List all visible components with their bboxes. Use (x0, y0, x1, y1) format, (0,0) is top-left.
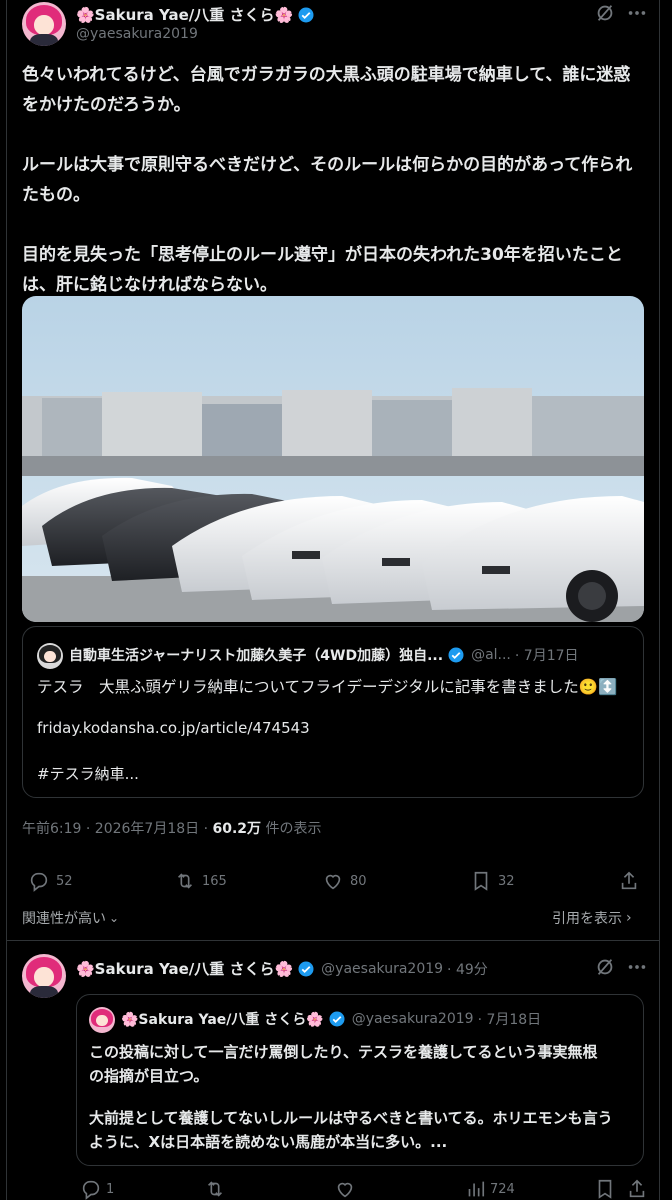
sort-dropdown[interactable]: 関連性が高い ⌄ (22, 908, 119, 928)
quoted-author-handle: @al... (471, 647, 511, 663)
tweet-text: 色々いわれてるけど、台風でガラガラの大黒ふ頭の駐車場で納車して、誰に迷惑をかけた… (22, 60, 646, 330)
like-button[interactable]: 80 (322, 870, 367, 892)
quoted-author-avatar (37, 643, 63, 669)
reply-quoted-text-line: の指摘が目立つ。 (89, 1067, 209, 1085)
tweet-timestamp[interactable]: 午前6:19 · 2026年7月18日 · (22, 821, 213, 837)
verified-badge-icon (448, 647, 464, 663)
reply-quoted-text-line: この投稿に対して一言だけ罵倒したり、テスラを養護してるという事実無根 (89, 1043, 598, 1061)
more-options-icon[interactable] (626, 2, 648, 24)
reply-icon (30, 872, 48, 892)
bookmark-count: 32 (498, 873, 515, 889)
author-name[interactable]: 🌸Sakura Yae/八重 さくら🌸 (76, 4, 293, 25)
divider (6, 940, 660, 941)
quoted-author-name: 自動車生活ジャーナリスト加藤久美子（4WD加藤）独自... (69, 648, 444, 664)
heart-icon (325, 874, 341, 890)
author-handle[interactable]: @yaesakura2019 (76, 26, 198, 42)
grok-icon[interactable] (594, 2, 616, 24)
views-count: 60.2万 (212, 821, 262, 837)
reply-author-avatar[interactable] (22, 954, 66, 998)
tweet-paragraph: 色々いわれてるけど、台風でガラガラの大黒ふ頭の駐車場で納車して、誰に迷惑をかけた… (22, 65, 631, 115)
retweet-count: 165 (202, 873, 227, 889)
author-avatar[interactable] (22, 2, 66, 46)
verified-badge-icon (329, 1011, 345, 1027)
share-button[interactable] (626, 1178, 648, 1200)
reply-quoted-author-name: 🌸Sakura Yae/八重 さくら🌸 (121, 1012, 324, 1028)
reply-quoted-date: · 7月18日 (477, 1012, 542, 1028)
reply-quoted-tweet-card[interactable]: 🌸Sakura Yae/八重 さくら🌸 @yaesakura2019 · 7月1… (76, 994, 644, 1166)
reply-icon (82, 1180, 100, 1200)
reply-time[interactable]: · 49分 (447, 959, 488, 979)
quoted-tweet-card[interactable]: 自動車生活ジャーナリスト加藤久美子（4WD加藤）独自... @al... · 7… (22, 626, 644, 798)
reply-quoted-handle: @yaesakura2019 (351, 1011, 474, 1027)
bookmark-button[interactable] (594, 1178, 616, 1200)
retweet-icon (207, 1181, 223, 1197)
reply-button[interactable]: 52 (28, 870, 73, 892)
bookmark-button[interactable]: 32 (470, 870, 515, 892)
reply-button[interactable]: 1 (80, 1178, 114, 1200)
reply-count: 1 (106, 1181, 115, 1197)
reply-quoted-avatar (89, 1007, 115, 1033)
tweet-photo[interactable] (22, 296, 644, 622)
views-button[interactable]: 724 (464, 1178, 515, 1200)
like-count: 80 (350, 873, 367, 889)
like-button[interactable] (334, 1178, 356, 1200)
view-quotes-link[interactable]: 引用を表示 › (552, 908, 632, 928)
share-icon (621, 871, 637, 890)
quoted-text-line: テスラ 大黒ふ頭ゲリラ納車についてフライデーデジタルに記事を書きました🙂↕️ (37, 678, 618, 696)
reply-author-handle[interactable]: @yaesakura2019 (321, 961, 443, 977)
tweet-meta: 午前6:19 · 2026年7月18日 · 60.2万 件の表示 (22, 818, 322, 838)
bookmark-icon (474, 871, 488, 891)
more-options-icon[interactable] (626, 956, 648, 978)
quoted-hashtag[interactable]: #テスラ納車... (37, 763, 139, 784)
views-label: 件の表示 (261, 821, 322, 837)
share-button[interactable] (618, 870, 640, 892)
author-name-row[interactable]: 🌸Sakura Yae/八重 さくら🌸 (76, 4, 315, 25)
quoted-link[interactable]: friday.kodansha.co.jp/article/474543 (37, 719, 310, 737)
chevron-down-icon: ⌄ (109, 911, 120, 925)
reply-quoted-text-line: 大前提として養護してないしルールは守るべきと書いてる。ホリエモンも言う (89, 1109, 613, 1127)
bookmark-icon (598, 1179, 612, 1199)
reply-quoted-text-line: ように、Xは日本語を読めない馬鹿が本当に多い。... (89, 1133, 448, 1151)
analytics-icon (468, 1181, 485, 1197)
tweet-paragraph: ルールは大事で原則守るべきだけど、そのルールは何らかの目的があって作られたもの。 (22, 155, 633, 205)
reply-author-row[interactable]: 🌸Sakura Yae/八重 さくら🌸 @yaesakura2019 · 49分 (76, 958, 488, 979)
retweet-icon (177, 873, 193, 889)
reply-count: 52 (56, 873, 73, 889)
chevron-right-icon: › (626, 910, 632, 926)
reply-author-name[interactable]: 🌸Sakura Yae/八重 さくら🌸 (76, 958, 293, 979)
share-icon (629, 1179, 645, 1198)
retweet-button[interactable]: 165 (174, 870, 227, 892)
heart-icon (337, 1182, 353, 1198)
retweet-button[interactable] (204, 1178, 226, 1200)
tweet-paragraph: 目的を見失った「思考停止のルール遵守」が日本の失われた30年を招いたことは、肝に… (22, 245, 623, 295)
verified-badge-icon (298, 7, 314, 22)
grok-icon[interactable] (594, 956, 616, 978)
view-quotes-label: 引用を表示 (552, 911, 622, 927)
quoted-date: · 7月17日 (514, 648, 579, 664)
verified-badge-icon (298, 961, 314, 976)
views-count: 724 (490, 1181, 515, 1197)
sort-label: 関連性が高い (22, 911, 106, 927)
